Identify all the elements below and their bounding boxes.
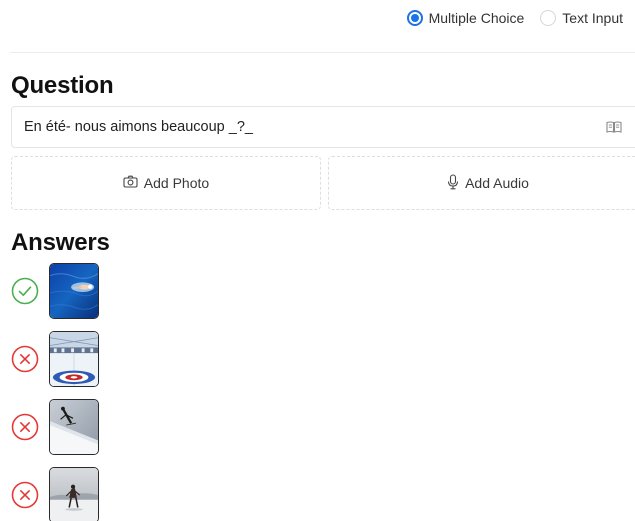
text-input-option[interactable]: Text Input [540, 10, 623, 26]
multiple-choice-option[interactable]: Multiple Choice [406, 10, 525, 26]
answers-heading: Answers [11, 229, 110, 256]
incorrect-x-icon[interactable] [11, 413, 39, 441]
question-heading: Question [11, 72, 114, 99]
swimmer-image[interactable] [49, 263, 99, 319]
multiple-choice-radio[interactable] [406, 10, 423, 26]
text-input-radio[interactable] [540, 10, 557, 26]
quiz-editor: Multiple Choice Text Input Question En é… [0, 0, 635, 521]
answer-item [11, 262, 99, 320]
add-audio-button[interactable]: Add Audio [328, 156, 635, 210]
question-text-value: En été- nous aimons beaucoup _?_ [24, 119, 253, 135]
text-input-label: Text Input [562, 10, 623, 26]
camera-icon [123, 175, 138, 191]
question-text-field[interactable]: En été- nous aimons beaucoup _?_ [11, 106, 635, 148]
add-photo-label: Add Photo [143, 175, 210, 191]
microphone-icon [447, 173, 459, 193]
multiple-choice-label: Multiple Choice [428, 10, 525, 26]
ice-skater-image[interactable] [49, 467, 99, 521]
add-audio-label: Add Audio [465, 175, 529, 191]
answer-item [11, 398, 99, 456]
header-divider [10, 52, 635, 53]
answer-item [11, 330, 99, 388]
open-book-icon[interactable] [606, 120, 622, 134]
correct-check-icon[interactable] [11, 277, 39, 305]
answer-type-selector: Multiple Choice Text Input [406, 10, 623, 26]
answer-item [11, 466, 99, 521]
skier-image[interactable] [49, 399, 99, 455]
curling-rink-image[interactable] [49, 331, 99, 387]
add-photo-button[interactable]: Add Photo [11, 156, 321, 210]
incorrect-x-icon[interactable] [11, 481, 39, 509]
answers-list [11, 262, 99, 521]
incorrect-x-icon[interactable] [11, 345, 39, 373]
